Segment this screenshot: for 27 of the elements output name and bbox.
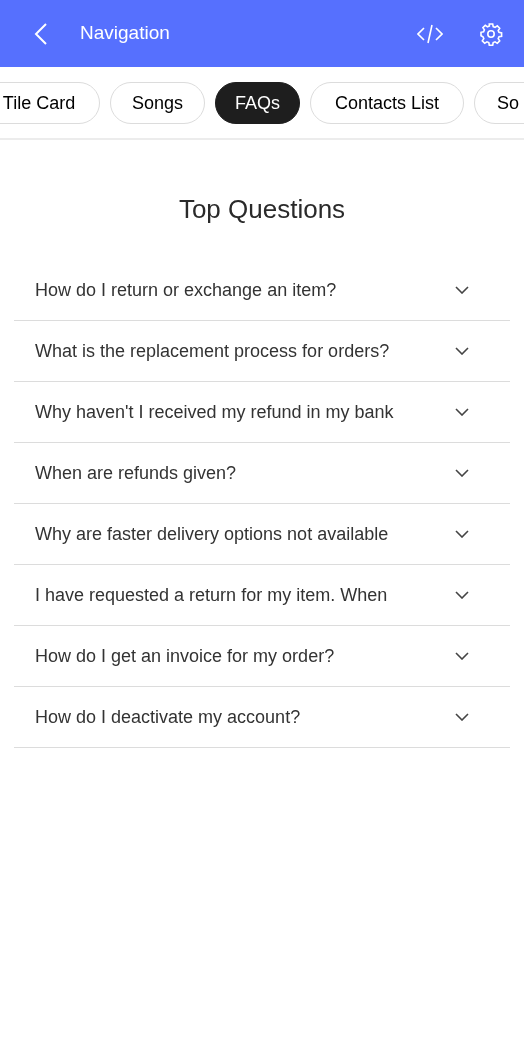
faq-item[interactable]: How do I return or exchange an item? <box>14 260 510 321</box>
question-text: How do I deactivate my account? <box>35 705 301 729</box>
faq-item[interactable]: Why haven't I received my refund in my bank <box>14 382 510 443</box>
question-text: I have requested a return for my item. When <box>35 583 388 607</box>
faq-item[interactable]: What is the replacement process for orders? <box>14 321 510 382</box>
faq-item[interactable]: I have requested a return for my item. When <box>14 565 510 626</box>
question-text: What is the replacement process for orders? <box>35 339 390 363</box>
faq-item[interactable]: Why are faster delivery options not available <box>14 504 510 565</box>
tab-chip[interactable]: So <box>474 82 524 124</box>
section-title: Top Questions <box>177 193 347 226</box>
faq-item[interactable]: How do I get an invoice for my order? <box>14 626 510 687</box>
question-text: Why are faster delivery options not available <box>35 522 389 546</box>
question-text: Why haven't I received my refund in my bank <box>35 400 394 424</box>
app-bar-title: Navigation <box>80 21 170 46</box>
settings-button[interactable] <box>478 20 504 47</box>
question-text: When are refunds given? <box>35 461 237 485</box>
back-icon <box>34 21 48 46</box>
code-icon <box>417 23 443 44</box>
faq-item[interactable]: How do I deactivate my account? <box>14 687 510 748</box>
tab-chip[interactable]: Songs <box>110 82 205 124</box>
tab-chip[interactable]: Contacts List <box>310 82 464 124</box>
question-text: How do I get an invoice for my order? <box>35 644 335 668</box>
tab-chip[interactable]: Tile Card <box>0 82 100 124</box>
settings-icon <box>479 21 503 46</box>
faq-item[interactable]: When are refunds given? <box>14 443 510 504</box>
question-text: How do I return or exchange an item? <box>35 278 337 302</box>
tab-chip[interactable]: FAQs <box>215 82 300 124</box>
